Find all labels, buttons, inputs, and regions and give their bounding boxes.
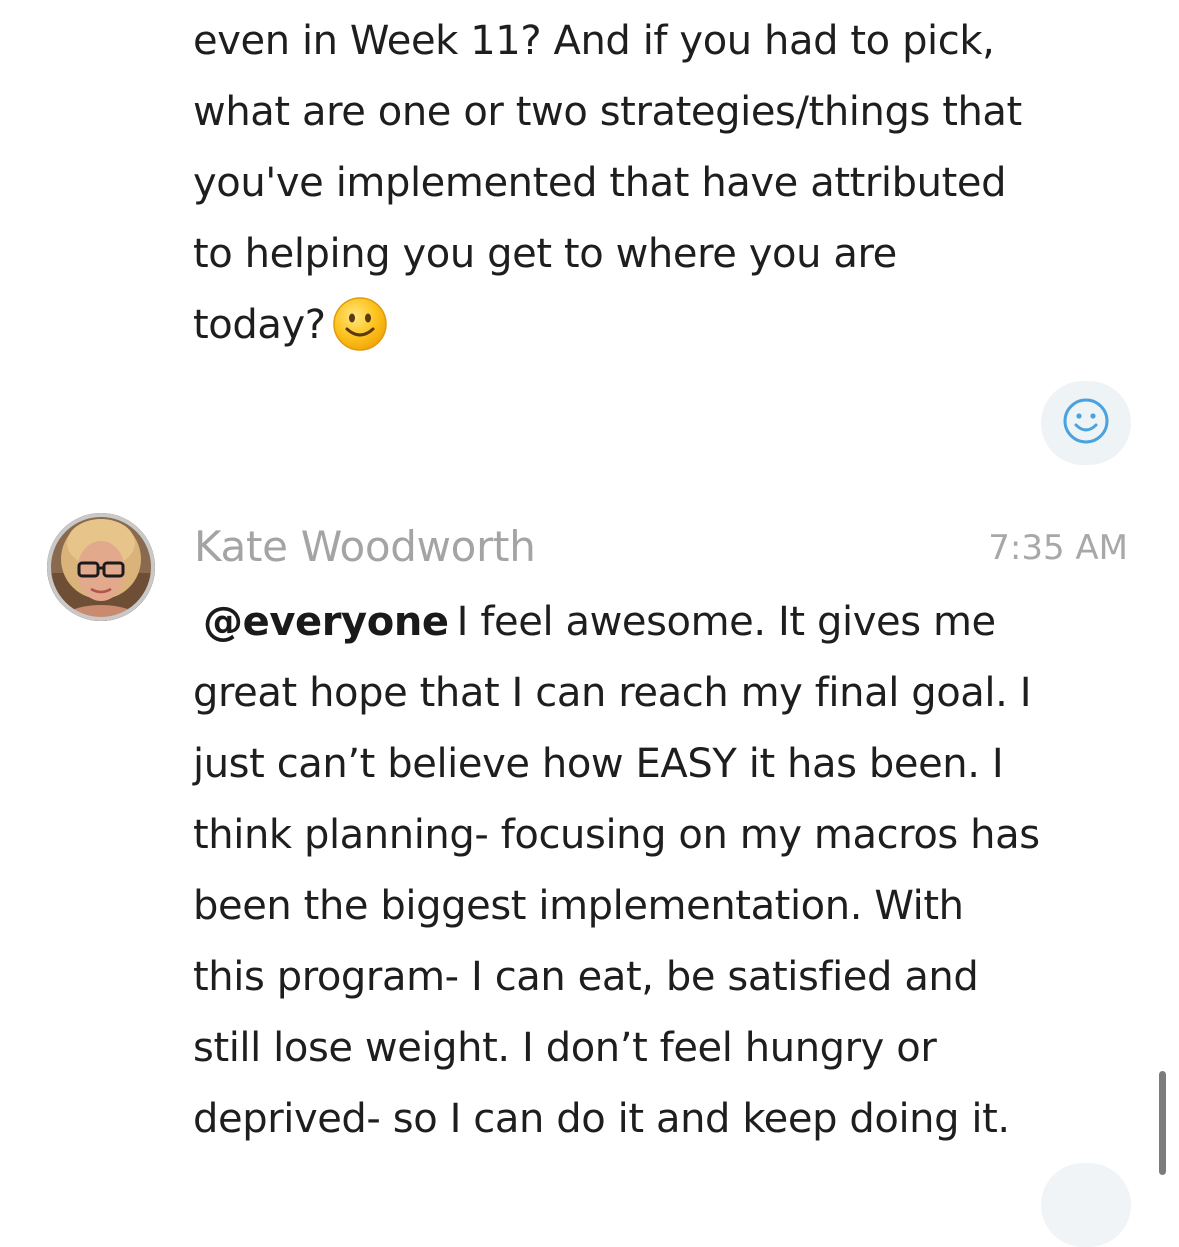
message-first-line: @everyone I feel awesome. It gives me xyxy=(193,587,1153,658)
message-line: been the biggest implementation. With xyxy=(193,883,964,929)
message-line: even in Week 11? And if you had to pick, xyxy=(193,18,995,64)
message-line: great hope that I can reach my final goa… xyxy=(193,670,1032,716)
message-line: just can’t believe how EASY it has been.… xyxy=(193,741,1004,787)
message-line-last: today? xyxy=(193,290,1153,361)
scrollbar-thumb[interactable] xyxy=(1159,1071,1166,1175)
message-line: to helping you get to where you are xyxy=(193,231,897,277)
message-line: still lose weight. I don’t feel hungry o… xyxy=(193,1025,937,1071)
message-line-text: today? xyxy=(193,302,326,348)
message-line: you've implemented that have attributed xyxy=(193,160,1007,206)
everyone-mention[interactable]: @everyone xyxy=(203,599,449,645)
add-reaction-button[interactable] xyxy=(1041,381,1131,465)
message-line: deprived- so I can do it and keep doing … xyxy=(193,1096,1010,1142)
message-line-text: I feel awesome. It gives me xyxy=(456,599,997,645)
slightly-smiling-face-emoji xyxy=(332,296,388,352)
message-line: what are one or two strategies/things th… xyxy=(193,89,1022,135)
message-timestamp: 7:35 AM xyxy=(988,528,1128,568)
previous-message-text: even in Week 11? And if you had to pick,… xyxy=(193,6,1153,361)
next-add-reaction-button[interactable] xyxy=(1041,1163,1131,1247)
author-avatar[interactable] xyxy=(47,513,155,621)
message-line: think planning- focusing on my macros ha… xyxy=(193,812,1040,858)
add-reaction-smiley-icon xyxy=(1060,395,1112,451)
message-line: this program- I can eat, be satisfied an… xyxy=(193,954,979,1000)
author-name[interactable]: Kate Woodworth xyxy=(194,522,536,571)
message-body: @everyone I feel awesome. It gives me gre… xyxy=(193,587,1153,1155)
